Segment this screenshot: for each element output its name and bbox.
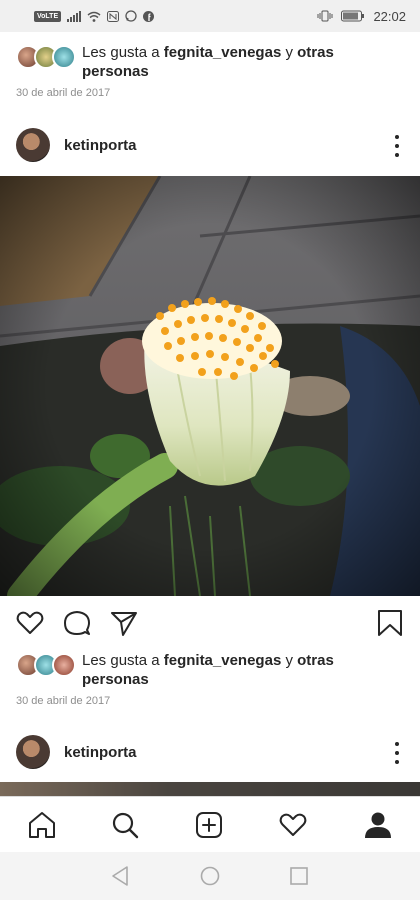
- username[interactable]: ketinporta: [64, 744, 137, 761]
- recents-icon[interactable]: [284, 861, 314, 891]
- status-bar: VoLTE 22:02: [0, 0, 420, 32]
- post-header: ketinporta: [16, 734, 406, 770]
- post-header: ketinporta: [16, 127, 406, 163]
- nfc-icon: [107, 10, 120, 22]
- likes-summary[interactable]: Les gusta a fegnita_venegas y otras pers…: [82, 651, 402, 689]
- share-icon[interactable]: [109, 608, 139, 638]
- likes-connector: y: [281, 44, 298, 61]
- liker-username[interactable]: fegnita_venegas: [164, 652, 282, 669]
- search-icon[interactable]: [110, 810, 140, 840]
- profile-icon[interactable]: [363, 810, 393, 840]
- likes-connector: y: [281, 652, 298, 669]
- likes-prefix: Les gusta a: [82, 44, 164, 61]
- post-actions: [0, 604, 420, 642]
- back-icon[interactable]: [105, 861, 135, 891]
- more-options-icon[interactable]: [394, 135, 400, 157]
- wifi-icon: [87, 11, 101, 22]
- more-options-icon[interactable]: [394, 742, 400, 764]
- liker-username[interactable]: fegnita_venegas: [164, 44, 282, 61]
- signal-icon: [67, 10, 82, 22]
- post1-likes: Les gusta a fegnita_venegas y otras pers…: [16, 43, 406, 83]
- volte-badge: VoLTE: [34, 10, 62, 22]
- android-navigation-bar: [0, 852, 420, 900]
- vibrate-icon: [317, 10, 333, 22]
- post-date: 30 de abril de 2017: [16, 87, 111, 99]
- activity-icon[interactable]: [278, 810, 308, 840]
- home-icon[interactable]: [27, 810, 57, 840]
- avatar[interactable]: [16, 128, 50, 162]
- flower-photo-image: [0, 176, 420, 596]
- post-date: 30 de abril de 2017: [16, 695, 111, 707]
- home-circle-icon[interactable]: [195, 861, 225, 891]
- liker-avatar[interactable]: [52, 45, 76, 69]
- avatar[interactable]: [16, 735, 50, 769]
- bottom-navigation: [0, 796, 420, 852]
- comment-icon[interactable]: [62, 608, 92, 638]
- likes-prefix: Les gusta a: [82, 652, 164, 669]
- whatsapp-icon: [125, 10, 137, 22]
- next-post-photo[interactable]: [0, 782, 420, 796]
- clock: 22:02: [373, 8, 406, 24]
- likes-summary[interactable]: Les gusta a fegnita_venegas y otras pers…: [82, 43, 402, 81]
- liker-avatars: [16, 651, 78, 677]
- post2-likes: Les gusta a fegnita_venegas y otras pers…: [16, 651, 406, 691]
- new-post-icon[interactable]: [194, 810, 224, 840]
- like-icon[interactable]: [15, 608, 45, 638]
- post-photo[interactable]: [0, 176, 420, 596]
- username[interactable]: ketinporta: [64, 137, 137, 154]
- save-bookmark-icon[interactable]: [375, 608, 405, 638]
- liker-avatars: [16, 43, 78, 69]
- facebook-icon: [143, 10, 155, 22]
- battery-icon: [341, 10, 365, 22]
- liker-avatar[interactable]: [52, 653, 76, 677]
